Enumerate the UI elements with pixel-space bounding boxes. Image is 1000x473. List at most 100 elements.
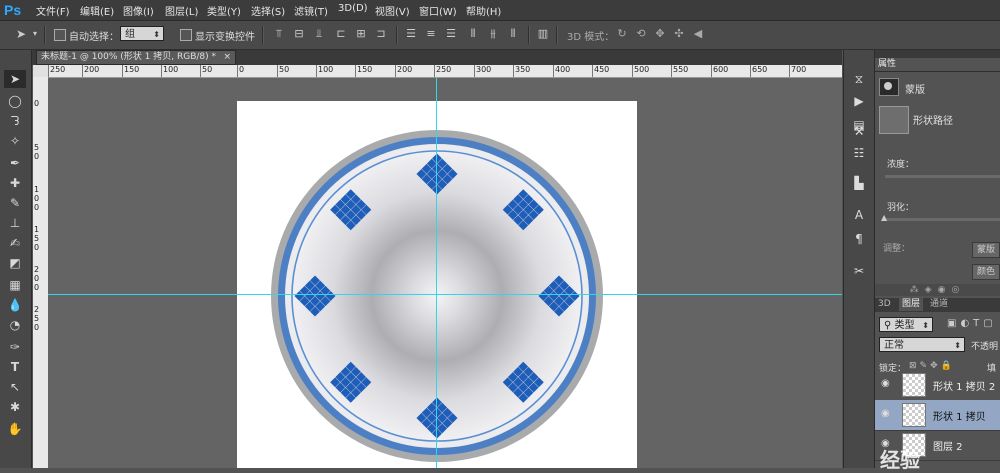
tab-channels[interactable]: 通道 — [927, 298, 951, 311]
align-vcenter-icon[interactable]: ⊟ — [292, 27, 306, 41]
layer-name: 图层 2 — [933, 442, 963, 453]
blend-mode-dropdown[interactable]: 正常 ⬍ — [879, 337, 965, 352]
tool-preset-dropdown-icon[interactable]: ▾ — [28, 27, 42, 41]
mask-icon[interactable] — [879, 78, 899, 96]
vertical-ruler[interactable]: 0 5 0 1 0 0 1 5 0 2 0 0 2 5 0 — [33, 77, 49, 468]
menu-window[interactable]: 窗口(W) — [419, 3, 457, 18]
vertical-guide[interactable] — [436, 78, 437, 468]
magic-wand-icon[interactable]: ✧ — [4, 132, 26, 150]
brush-tool-icon[interactable]: ✎ — [4, 194, 26, 212]
healing-brush-icon[interactable]: ✚ — [4, 174, 26, 192]
tab-layers[interactable]: 图层 — [899, 298, 924, 311]
horizontal-ruler[interactable]: 250 200 150 100 50 0 50 100 150 200 250 … — [48, 65, 842, 78]
3d-rotate-icon[interactable]: ↻ — [615, 27, 629, 41]
slider-handle-icon[interactable]: ▲ — [881, 213, 887, 222]
lasso-tool-icon[interactable]: ᘊ — [4, 112, 26, 130]
ruler-label: 50 — [202, 65, 213, 74]
brush-settings-icon[interactable]: ⚒ — [850, 122, 868, 140]
dodge-tool-icon[interactable]: ◔ — [4, 316, 26, 334]
auto-select-checkbox[interactable] — [54, 29, 66, 41]
3d-roll-icon[interactable]: ⟲ — [634, 27, 648, 41]
distribute-hcenter-icon[interactable]: ⫵ — [486, 27, 500, 41]
menu-filter[interactable]: 滤镜(T) — [294, 3, 328, 18]
blur-tool-icon[interactable]: 💧 — [4, 296, 26, 314]
history-brush-icon[interactable]: ✍ — [4, 234, 26, 252]
distribute-right-icon[interactable]: ⫴ — [506, 27, 520, 41]
adjust-label: 调整： — [883, 244, 911, 254]
align-hcenter-icon[interactable]: ⊞ — [354, 27, 368, 41]
move-tool-icon[interactable]: ➤ — [14, 27, 28, 41]
photoshop-logo: Ps — [4, 2, 22, 18]
menu-type[interactable]: 类型(Y) — [207, 3, 241, 18]
tab-3d[interactable]: 3D — [875, 298, 894, 311]
close-icon[interactable]: × — [223, 51, 231, 64]
shape-path-thumbnail[interactable] — [879, 106, 909, 134]
chevron-down-icon: ⬍ — [153, 30, 160, 39]
character-icon[interactable]: A — [850, 206, 868, 224]
align-left-icon[interactable]: ⊏ — [334, 27, 348, 41]
paragraph-icon[interactable]: ¶ — [850, 230, 868, 248]
custom-shape-icon[interactable]: ✱ — [4, 398, 26, 416]
ruler-label: 0 — [34, 99, 40, 108]
layer-thumbnail — [902, 373, 926, 397]
layer-filter-dropdown[interactable]: ⚲ 类型 ⬍ — [879, 317, 933, 332]
3d-drag-icon[interactable]: ✥ — [653, 27, 667, 41]
horizontal-guide[interactable] — [48, 294, 842, 295]
history-icon[interactable]: ⧖ — [850, 70, 868, 88]
tool-presets-icon[interactable]: ✂ — [850, 262, 868, 280]
layers-panel: 3D 图层 通道 ⚲ 类型 ⬍ ▣◐T▢ 正常 ⬍ 不透明 锁定： ⊠✎✥🔒 填 ◉… — [875, 298, 1000, 468]
eraser-tool-icon[interactable]: ◩ — [4, 254, 26, 272]
menu-view[interactable]: 视图(V) — [375, 3, 410, 18]
layer-filter-icons[interactable]: ▣◐T▢ — [947, 318, 997, 329]
menu-select[interactable]: 选择(S) — [251, 3, 285, 18]
align-right-icon[interactable]: ⊐ — [374, 27, 388, 41]
mask-edge-button[interactable]: 蒙版 — [972, 242, 1000, 258]
move-tool-icon[interactable]: ➤ — [4, 70, 26, 88]
clone-stamp-icon[interactable]: ⊥ — [4, 214, 26, 232]
auto-select-dropdown[interactable]: 组 ⬍ — [120, 26, 164, 41]
auto-select-label: 自动选择： — [69, 32, 119, 43]
3d-scale-icon[interactable]: ◀ — [691, 27, 705, 41]
menu-help[interactable]: 帮助(H) — [466, 3, 501, 18]
clone-source-icon[interactable]: ▙ — [850, 174, 868, 192]
menu-edit[interactable]: 编辑(E) — [80, 3, 114, 18]
properties-footer-icons[interactable]: ⁂◈◉◎ — [875, 284, 1000, 296]
tools-panel: ➤ ◯ ᘊ ✧ ✒ ✚ ✎ ⊥ ✍ ◩ ▦ 💧 ◔ ✑ T ↖ ✱ ✋ — [0, 50, 32, 468]
feather-slider[interactable] — [885, 218, 1000, 221]
document-tab[interactable]: 未标题-1 @ 100% (形状 1 拷贝, RGB/8) * × — [36, 50, 236, 65]
auto-align-icon[interactable]: ▥ — [536, 27, 550, 41]
eye-icon[interactable]: ◉ — [881, 378, 890, 389]
menu-image[interactable]: 图像(I) — [123, 3, 154, 18]
path-selection-icon[interactable]: ↖ — [4, 378, 26, 396]
menu-bar: Ps 文件(F) 编辑(E) 图像(I) 图层(L) 类型(Y) 选择(S) 滤… — [0, 0, 1000, 21]
distribute-vcenter-icon[interactable]: ≡ — [424, 27, 438, 41]
density-slider[interactable] — [885, 175, 1000, 178]
distribute-left-icon[interactable]: ⫴ — [466, 27, 480, 41]
menu-layer[interactable]: 图层(L) — [165, 3, 198, 18]
distribute-bottom-icon[interactable]: ☰ — [444, 27, 458, 41]
layer-row-selected[interactable]: ◉ 形状 1 拷贝 — [875, 400, 1000, 431]
ruler-label: 0 — [239, 65, 245, 74]
menu-3d[interactable]: 3D(D) — [338, 3, 368, 14]
marquee-tool-icon[interactable]: ◯ — [4, 92, 26, 110]
type-tool-icon[interactable]: T — [4, 358, 26, 376]
color-range-button[interactable]: 颜色 — [972, 264, 1000, 280]
layer-row[interactable]: ◉ 形状 1 拷贝 2 — [875, 370, 1000, 401]
eye-icon[interactable]: ◉ — [881, 408, 890, 419]
ruler-label: 2 — [34, 265, 40, 274]
distribute-top-icon[interactable]: ☰ — [404, 27, 418, 41]
show-transform-checkbox[interactable] — [180, 29, 192, 41]
actions-play-icon[interactable]: ▶ — [850, 92, 868, 110]
3d-slide-icon[interactable]: ✣ — [672, 27, 686, 41]
gradient-tool-icon[interactable]: ▦ — [4, 276, 26, 294]
align-bottom-icon[interactable]: ⫫ — [312, 27, 326, 41]
pen-tool-icon[interactable]: ✑ — [4, 338, 26, 356]
ruler-label: 0 — [34, 243, 40, 252]
eyedropper-icon[interactable]: ✒ — [4, 154, 26, 172]
menu-file[interactable]: 文件(F) — [36, 3, 70, 18]
hand-tool-icon[interactable]: ✋ — [4, 420, 26, 438]
adjust-sliders-icon[interactable]: ☷ — [850, 144, 868, 162]
tab-properties[interactable]: 属性 — [875, 58, 900, 71]
plate-artwork[interactable] — [48, 78, 842, 468]
align-top-icon[interactable]: ⫪ — [272, 27, 286, 41]
